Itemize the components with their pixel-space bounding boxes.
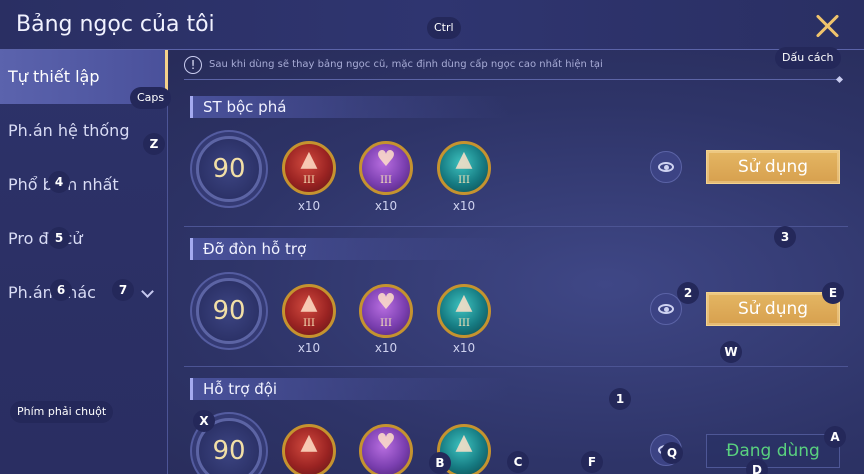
use-button[interactable]: Sử dụng: [706, 292, 840, 326]
teal-gem-icon: ▲ III: [437, 141, 491, 195]
section-title: Đỡ đòn hỗ trợ: [190, 238, 510, 260]
notice-bar: ! Sau khi dùng sẽ thay bảng ngọc cũ, mặc…: [184, 56, 844, 84]
in-use-status: Đang dùng: [706, 434, 840, 468]
key-hint-f: F: [581, 451, 603, 473]
level-badge: 90: [196, 278, 262, 344]
gem-count: x10: [297, 341, 321, 355]
rune-glyph-icon: ▲: [455, 430, 473, 455]
row-divider: [184, 366, 848, 367]
key-hint-q: Q: [661, 442, 683, 464]
red-gem-icon: ▲: [282, 424, 336, 474]
key-hint-b: B: [429, 452, 451, 474]
key-hint-ctrl: Ctrl: [427, 17, 461, 39]
rune-glyph-icon: ▲: [455, 147, 473, 172]
rune-glyph-icon: ▲: [300, 147, 318, 172]
key-hint-x: X: [193, 410, 215, 432]
sidebar-item-other[interactable]: Ph.án khác: [0, 266, 168, 320]
heart-icon: ♥: [376, 290, 396, 315]
key-hint-3: 3: [774, 226, 796, 248]
rune-glyph-icon: ▲: [300, 430, 318, 455]
key-hint-7: 7: [112, 279, 134, 301]
gem-tier: III: [380, 318, 392, 329]
heart-icon: ♥: [376, 147, 396, 172]
rune-glyph-icon: ▲: [300, 290, 318, 315]
key-hint-d: D: [746, 459, 768, 474]
rune-board-screen: Bảng ngọc của tôi Tự thiết lập Ph.án hệ …: [0, 0, 864, 474]
red-gem-icon: ▲ III: [282, 284, 336, 338]
sidebar-item-popular[interactable]: Phổ biến nhất: [0, 158, 168, 212]
notice-text: Sau khi dùng sẽ thay bảng ngọc cũ, mặc đ…: [209, 59, 603, 70]
gem-count: x10: [452, 341, 476, 355]
gem-count: x10: [374, 341, 398, 355]
key-hint-z: Z: [143, 133, 165, 155]
sidebar-item-pro[interactable]: Pro đề cử: [0, 212, 168, 266]
key-hint-e: E: [822, 282, 844, 304]
purple-gem-icon: ♥ III: [359, 141, 413, 195]
gem-tier: III: [303, 175, 315, 186]
heart-icon: ♥: [376, 430, 396, 455]
key-hint-space: Dấu cách: [775, 47, 841, 69]
red-gem-icon: ▲ III: [282, 141, 336, 195]
preview-eye-button[interactable]: [650, 151, 682, 183]
level-number: 90: [212, 296, 246, 326]
row-divider: [184, 226, 848, 227]
teal-gem-icon: ▲ III: [437, 284, 491, 338]
key-hint-c: C: [507, 451, 529, 473]
info-icon: !: [184, 56, 202, 74]
sidebar-item-label: Pro đề cử: [8, 229, 83, 248]
sidebar-item-label: Ph.án hệ thống: [8, 121, 130, 140]
level-number: 90: [212, 154, 246, 184]
gem-count: x10: [374, 199, 398, 213]
sidebar-item-label: Tự thiết lập: [8, 67, 100, 86]
gem-count: x10: [297, 199, 321, 213]
gem-count: x10: [452, 199, 476, 213]
rune-glyph-icon: ▲: [455, 290, 473, 315]
purple-gem-icon: ♥: [359, 424, 413, 474]
key-hint-a: A: [824, 426, 846, 448]
close-icon[interactable]: [814, 12, 842, 40]
sidebar-item-system[interactable]: Ph.án hệ thống: [0, 104, 168, 158]
section-title: Hỗ trợ đội: [190, 378, 510, 400]
divider-end-marker: [835, 75, 844, 84]
key-hint-1: 1: [609, 388, 631, 410]
use-button[interactable]: Sử dụng: [706, 150, 840, 184]
section-title: ST bộc phá: [190, 96, 510, 118]
key-hint-4: 4: [48, 171, 70, 193]
gem-tier: III: [303, 318, 315, 329]
eye-pupil: [664, 307, 669, 312]
key-hint-2: 2: [677, 282, 699, 304]
level-badge: 90: [196, 136, 262, 202]
eye-pupil: [664, 165, 669, 170]
chevron-down-icon: [141, 285, 154, 298]
key-hint-right-click: Phím phải chuột: [10, 401, 114, 423]
gem-tier: III: [380, 175, 392, 186]
gem-tier: III: [458, 175, 470, 186]
key-hint-w: W: [720, 341, 742, 363]
key-hint-6: 6: [50, 279, 72, 301]
key-hint-5: 5: [48, 227, 70, 249]
page-title: Bảng ngọc của tôi: [16, 12, 215, 37]
purple-gem-icon: ♥ III: [359, 284, 413, 338]
key-hint-caps: Caps: [130, 87, 172, 109]
gem-tier: III: [458, 318, 470, 329]
